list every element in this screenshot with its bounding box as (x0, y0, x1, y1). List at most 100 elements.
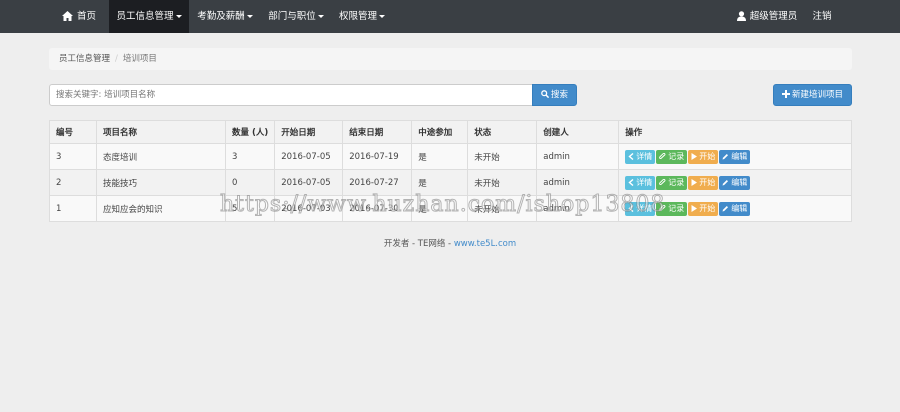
pencil-icon (722, 179, 729, 185)
search-button-label: 搜索 (550, 90, 568, 100)
footer-text: 开发者 - TE网络 - (383, 239, 454, 249)
edit-button[interactable]: 编辑 (719, 175, 751, 190)
nav-menu-attendance-salary[interactable]: 考勤及薪酬 (191, 0, 259, 33)
nav-menu-label: 考勤及薪酬 (197, 11, 245, 22)
start-label: 开始 (699, 151, 716, 161)
caret-down-icon (175, 15, 182, 18)
nav-menu-employee-info[interactable]: 员工信息管理 (109, 0, 189, 33)
footer-link[interactable]: www.te5L.com (454, 239, 516, 249)
caret-down-icon (317, 15, 324, 18)
cell-id: 2 (49, 169, 97, 196)
cell-end-date: 2016-07-19 (342, 143, 413, 170)
chevron-left-icon (628, 152, 634, 160)
caret-down-icon (379, 15, 385, 18)
new-training-project-button[interactable]: 新建培训项目 (773, 84, 852, 106)
nav-logout-label: 注销 (812, 11, 832, 22)
cell-end-date: 2016-07-27 (342, 169, 413, 196)
play-icon (691, 204, 698, 212)
breadcrumb-parent[interactable]: 员工信息管理 (59, 54, 110, 64)
edit-button[interactable]: 编辑 (719, 201, 751, 216)
table-header-row: 编号 项目名称 数量 (人) 开始日期 结束日期 中途参加 状态 创建人 操作 (49, 120, 852, 144)
cell-start-date: 2016-07-03 (274, 195, 344, 222)
cell-actions: 详情 记录 开始 编辑 (618, 195, 852, 222)
record-label: 记录 (668, 177, 685, 187)
play-icon (691, 178, 698, 186)
column-header-id: 编号 (49, 120, 97, 144)
nav-user[interactable]: 超级管理员 (731, 0, 803, 33)
cell-start-date: 2016-07-05 (274, 143, 344, 170)
cell-status: 未开始 (467, 143, 538, 170)
detail-button[interactable]: 详情 (625, 201, 656, 216)
cell-actions: 详情 记录 开始 编辑 (618, 143, 852, 170)
cell-id: 3 (49, 143, 97, 170)
record-button[interactable]: 记录 (656, 149, 688, 164)
column-header-status: 状态 (467, 120, 538, 144)
detail-button[interactable]: 详情 (625, 175, 656, 190)
start-button[interactable]: 开始 (688, 201, 719, 216)
cell-count: 3 (224, 143, 276, 170)
cell-end-date: 2016-07-30 (342, 195, 413, 222)
table-row: 3 态度培训 3 2016-07-05 2016-07-19 是 未开始 adm… (49, 143, 852, 170)
column-header-creator: 创建人 (536, 120, 620, 144)
cell-creator: admin (536, 195, 620, 222)
breadcrumb: 员工信息管理 / 培训项目 (49, 48, 852, 70)
edit-label: 编辑 (731, 203, 748, 213)
cell-start-date: 2016-07-05 (274, 169, 344, 196)
cell-actions: 详情 记录 开始 编辑 (618, 169, 852, 196)
column-header-count: 数量 (人) (224, 120, 276, 144)
paperclip-icon (659, 152, 666, 159)
nav-home-label: 首页 (76, 11, 96, 22)
nav-menu-label: 部门与职位 (268, 11, 316, 22)
caret-down-icon (246, 15, 253, 18)
cell-creator: admin (536, 169, 620, 196)
column-header-end-date: 结束日期 (342, 120, 413, 144)
cell-creator: admin (536, 143, 620, 170)
start-label: 开始 (699, 203, 716, 213)
detail-label: 详情 (636, 177, 653, 187)
nav-logout[interactable]: 注销 (807, 0, 837, 33)
detail-button[interactable]: 详情 (625, 149, 656, 164)
start-label: 开始 (699, 177, 716, 187)
cell-count: 5 (224, 195, 276, 222)
start-button[interactable]: 开始 (688, 175, 719, 190)
play-icon (691, 152, 698, 160)
column-header-midway: 中途参加 (411, 120, 469, 144)
nav-menu-permissions[interactable]: 权限管理 (332, 0, 392, 33)
cell-status: 未开始 (467, 195, 538, 222)
record-label: 记录 (668, 203, 685, 213)
column-header-actions: 操作 (618, 120, 852, 144)
cell-count: 0 (224, 169, 276, 196)
detail-label: 详情 (636, 151, 653, 161)
search-button[interactable]: 搜索 (532, 84, 577, 106)
paperclip-icon (659, 204, 666, 211)
search-input[interactable] (49, 84, 533, 106)
edit-label: 编辑 (731, 177, 748, 187)
record-button[interactable]: 记录 (656, 201, 688, 216)
breadcrumb-separator: / (115, 54, 118, 64)
cell-status: 未开始 (467, 169, 538, 196)
pencil-icon (722, 205, 729, 211)
nav-menu-label: 员工信息管理 (116, 11, 174, 22)
detail-label: 详情 (636, 203, 653, 213)
nav-menu-department-position[interactable]: 部门与职位 (261, 0, 331, 33)
nav-home[interactable]: 首页 (49, 0, 109, 33)
cell-midway: 是 (411, 195, 469, 222)
cell-name: 应知应会的知识 (96, 195, 226, 222)
user-icon (736, 11, 746, 21)
cell-midway: 是 (411, 143, 469, 170)
paperclip-icon (659, 178, 666, 185)
start-button[interactable]: 开始 (688, 149, 719, 164)
search-icon (541, 90, 550, 99)
table-row: 1 应知应会的知识 5 2016-07-03 2016-07-30 是 未开始 … (49, 195, 852, 222)
column-header-start-date: 开始日期 (274, 120, 344, 144)
cell-midway: 是 (411, 169, 469, 196)
pencil-icon (722, 153, 729, 159)
record-label: 记录 (668, 151, 685, 161)
edit-button[interactable]: 编辑 (719, 149, 751, 164)
home-icon (61, 11, 73, 21)
edit-label: 编辑 (731, 151, 748, 161)
cell-name: 技能技巧 (96, 169, 226, 196)
chevron-left-icon (628, 204, 634, 212)
top-navbar: 首页 员工信息管理 考勤及薪酬 部门与职位 权限管理 超级管理员 注销 (0, 0, 900, 33)
record-button[interactable]: 记录 (656, 175, 688, 190)
